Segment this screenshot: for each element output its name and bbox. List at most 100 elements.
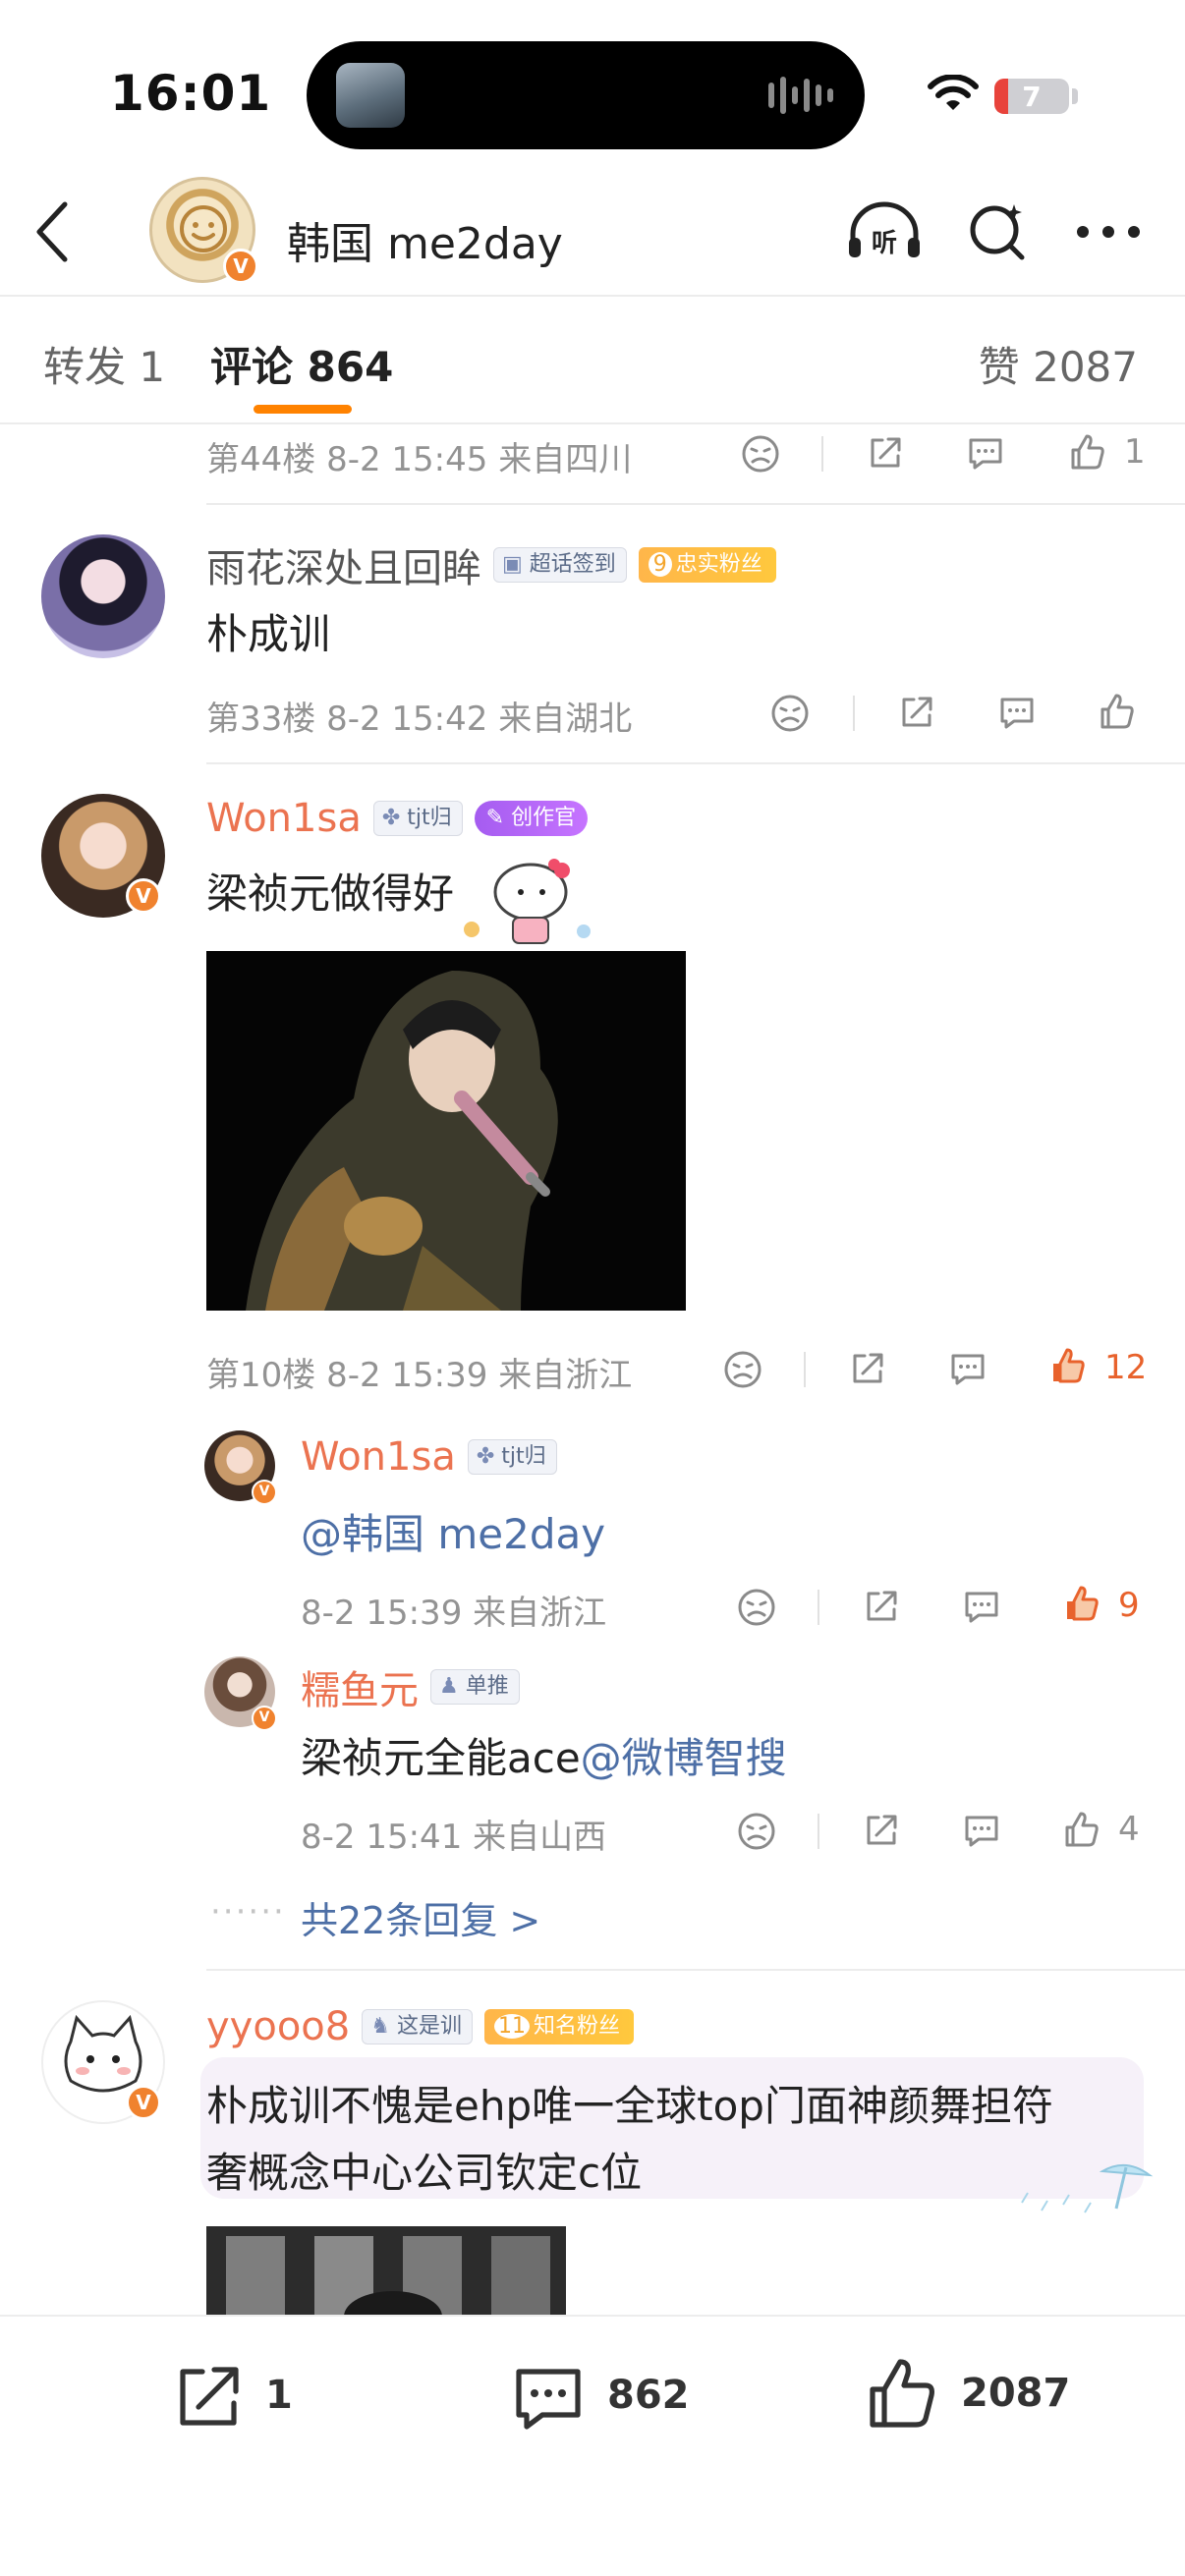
bottom-like-button[interactable]: 2087 <box>861 2354 1070 2433</box>
fan-group-badge[interactable]: ♞ 这是训 <box>362 2009 473 2044</box>
comment-count: 862 <box>607 2373 690 2418</box>
creator-badge[interactable]: ✎ 创作官 <box>474 801 589 836</box>
header-divider <box>0 295 1185 297</box>
reply-comment-icon[interactable] <box>961 1810 1000 1849</box>
repost-icon <box>180 2367 239 2426</box>
like-count: 2087 <box>961 2371 1071 2416</box>
battery-indicator: 7 <box>994 79 1069 114</box>
comment-divider <box>206 762 1185 764</box>
fan-group-badge[interactable]: ✤ tjt归 <box>372 801 463 836</box>
action-separator <box>818 1814 819 1849</box>
tab-repost[interactable]: 转发 1 <box>43 334 165 394</box>
me2day-logo-icon <box>180 205 227 252</box>
comment-image[interactable] <box>206 2226 566 2317</box>
fan-level-badge[interactable]: 9 忠实粉丝 <box>638 547 776 583</box>
mention-link[interactable]: @微博智搜 <box>581 1734 787 1782</box>
action-separator <box>818 1590 819 1625</box>
tabs-divider <box>0 422 1185 424</box>
like-icon[interactable] <box>1097 692 1136 731</box>
reply-username[interactable]: Won1sa <box>301 1434 456 1480</box>
reply-comment-icon[interactable] <box>996 692 1036 731</box>
tab-likes[interactable]: 赞 2087 <box>979 334 1138 394</box>
comment-divider <box>206 1969 1185 1971</box>
reply-username[interactable]: 糯鱼元 <box>301 1658 419 1715</box>
supertopic-checkin-badge[interactable]: ▣ 超话签到 <box>493 547 627 583</box>
like-count: 12 <box>1104 1348 1148 1387</box>
share-icon[interactable] <box>861 1586 900 1625</box>
audio-waveform-icon <box>768 77 833 114</box>
reply-meta: 8-2 15:39 来自浙江 <box>301 1594 607 1633</box>
comment-text-line-2: 奢概念中心公司钦定c位 <box>206 2149 643 2197</box>
smart-search-icon[interactable] <box>965 198 1030 263</box>
photo-performer-image <box>206 951 686 1311</box>
hello-kitty-sticker-icon <box>464 859 591 944</box>
svg-text:听: 听 <box>872 229 897 258</box>
dislike-icon[interactable] <box>770 694 810 733</box>
reply-meta: 8-2 15:41 来自山西 <box>301 1818 607 1857</box>
comment-44-meta: 第44楼 8-2 15:45 来自四川 <box>206 440 633 479</box>
repost-count: 1 <box>265 2373 293 2418</box>
photo-window-image <box>206 2226 566 2317</box>
comment-icon <box>516 2369 581 2430</box>
back-arrow-icon[interactable] <box>33 200 73 263</box>
verified-badge-icon: V <box>126 2085 161 2120</box>
like-count: 9 <box>1118 1586 1140 1625</box>
dynamic-island[interactable] <box>307 41 865 149</box>
like-icon[interactable] <box>1067 432 1106 472</box>
verified-badge-icon: V <box>126 878 161 914</box>
comment-image[interactable] <box>206 951 686 1311</box>
umbrella-decoration-icon <box>1021 2164 1154 2213</box>
fan-group-badge[interactable]: ✤ tjt归 <box>467 1439 557 1475</box>
now-playing-thumbnail <box>336 63 405 128</box>
username[interactable]: Won1sa <box>206 796 362 841</box>
tab-active-indicator <box>254 405 352 414</box>
action-separator <box>804 1352 806 1387</box>
like-thumb-icon <box>870 2359 934 2428</box>
dislike-icon[interactable] <box>741 434 780 474</box>
single-support-badge[interactable]: ♟ 单推 <box>430 1669 520 1705</box>
share-icon[interactable] <box>847 1348 886 1387</box>
bottom-repost-button[interactable]: 1 <box>167 2356 293 2435</box>
username[interactable]: 雨花深处且回眸 <box>206 536 481 593</box>
more-replies-dots: ······ <box>210 1892 286 1932</box>
wifi-icon <box>928 75 979 110</box>
like-icon-active[interactable] <box>1061 1584 1100 1623</box>
comment-text: 朴成训 <box>206 610 331 658</box>
username[interactable]: yyooo8 <box>206 2004 350 2049</box>
reply-comment-icon[interactable] <box>947 1348 987 1387</box>
like-count: 4 <box>1118 1810 1140 1849</box>
battery-cap <box>1072 88 1078 104</box>
comment-33-meta: 第33楼 8-2 15:42 来自湖北 <box>206 700 633 739</box>
verified-badge-icon: V <box>223 249 258 284</box>
dislike-icon[interactable] <box>737 1588 776 1627</box>
action-separator <box>853 696 855 731</box>
share-icon[interactable] <box>865 432 904 472</box>
verified-badge-icon: V <box>252 1480 277 1505</box>
action-separator <box>821 436 823 472</box>
comment-10-meta: 第10楼 8-2 15:39 来自浙江 <box>206 1356 633 1395</box>
dislike-icon[interactable] <box>737 1812 776 1851</box>
comment-divider <box>206 503 1185 505</box>
listen-headphones-icon[interactable]: 听 <box>845 200 924 261</box>
dislike-icon[interactable] <box>723 1350 762 1389</box>
reply-text: 梁祯元全能ace@微博智搜 <box>301 1734 787 1782</box>
verified-badge-icon: V <box>252 1706 277 1731</box>
status-time: 16:01 <box>110 65 272 122</box>
reply-text-mention[interactable]: @韩国 me2day <box>301 1501 605 1561</box>
like-count: 1 <box>1124 432 1146 472</box>
account-name[interactable]: 韩国 me2day <box>287 208 563 271</box>
like-icon[interactable] <box>1061 1810 1100 1849</box>
battery-percent: 7 <box>1022 81 1042 113</box>
like-icon-active[interactable] <box>1047 1346 1087 1385</box>
reply-comment-icon[interactable] <box>965 432 1004 472</box>
share-icon[interactable] <box>896 692 935 731</box>
tab-comments[interactable]: 评论 864 <box>210 334 393 394</box>
fan-level-badge[interactable]: 11 知名粉丝 <box>483 2009 634 2044</box>
bottom-comment-button[interactable]: 862 <box>507 2356 690 2435</box>
account-avatar[interactable]: V <box>149 177 258 284</box>
more-options-icon[interactable] <box>1075 224 1142 240</box>
reply-comment-icon[interactable] <box>961 1586 1000 1625</box>
share-icon[interactable] <box>861 1810 900 1849</box>
view-more-replies-link[interactable]: 共22条回复 > <box>301 1890 540 1944</box>
user-avatar[interactable] <box>41 534 165 658</box>
